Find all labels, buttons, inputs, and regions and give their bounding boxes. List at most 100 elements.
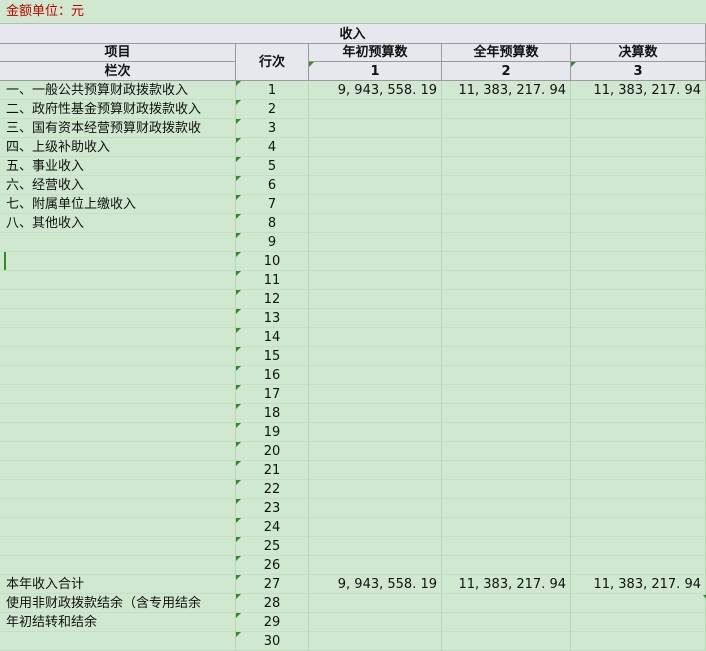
col3-cell[interactable]: 11, 383, 217. 94 (571, 575, 706, 594)
row-no-cell[interactable]: 4 (236, 138, 309, 157)
col1-cell[interactable] (309, 442, 442, 461)
col3-cell[interactable] (571, 499, 706, 518)
col1-cell[interactable] (309, 632, 442, 651)
item-cell[interactable] (0, 290, 236, 309)
item-cell[interactable]: 本年收入合计 (0, 575, 236, 594)
col2-cell[interactable] (442, 385, 571, 404)
item-cell[interactable] (0, 556, 236, 575)
col1-cell[interactable] (309, 423, 442, 442)
col1-cell[interactable] (309, 271, 442, 290)
col1-cell[interactable] (309, 100, 442, 119)
col1-cell[interactable] (309, 176, 442, 195)
row-no-cell[interactable]: 6 (236, 176, 309, 195)
item-cell[interactable]: 五、事业收入 (0, 157, 236, 176)
item-cell[interactable]: 四、上级补助收入 (0, 138, 236, 157)
item-cell[interactable] (0, 366, 236, 385)
row-no-cell[interactable]: 2 (236, 100, 309, 119)
header-column-no[interactable]: 栏次 (0, 62, 236, 81)
header-col2[interactable]: 全年预算数 (442, 44, 571, 62)
item-cell[interactable] (0, 404, 236, 423)
col3-cell[interactable] (571, 423, 706, 442)
col3-cell[interactable] (571, 176, 706, 195)
col3-cell[interactable] (571, 233, 706, 252)
item-cell[interactable] (0, 271, 236, 290)
item-cell[interactable] (0, 632, 236, 651)
col2-cell[interactable] (442, 119, 571, 138)
col3-cell[interactable] (571, 157, 706, 176)
col2-cell[interactable] (442, 157, 571, 176)
row-no-cell[interactable]: 18 (236, 404, 309, 423)
row-no-cell[interactable]: 17 (236, 385, 309, 404)
row-no-cell[interactable]: 13 (236, 309, 309, 328)
col2-cell[interactable] (442, 271, 571, 290)
col2-cell[interactable] (442, 290, 571, 309)
col3-cell[interactable] (571, 461, 706, 480)
row-no-cell[interactable]: 25 (236, 537, 309, 556)
col2-cell[interactable]: 11, 383, 217. 94 (442, 575, 571, 594)
col3-cell[interactable] (571, 537, 706, 556)
row-no-cell[interactable]: 10 (236, 252, 309, 271)
item-cell[interactable]: 二、政府性基金预算财政拨款收入 (0, 100, 236, 119)
header-col1[interactable]: 年初预算数 (309, 44, 442, 62)
col1-cell[interactable]: 9, 943, 558. 19 (309, 575, 442, 594)
col1-cell[interactable] (309, 290, 442, 309)
col2-cell[interactable] (442, 176, 571, 195)
col2-cell[interactable] (442, 613, 571, 632)
header-col1-no[interactable]: 1 (309, 62, 442, 81)
row-no-cell[interactable]: 12 (236, 290, 309, 309)
item-cell[interactable] (0, 461, 236, 480)
col3-cell[interactable] (571, 556, 706, 575)
col3-cell[interactable] (571, 309, 706, 328)
row-no-cell[interactable]: 27 (236, 575, 309, 594)
col2-cell[interactable] (442, 594, 571, 613)
col1-cell[interactable] (309, 594, 442, 613)
item-cell[interactable]: 七、附属单位上缴收入 (0, 195, 236, 214)
row-no-cell[interactable]: 19 (236, 423, 309, 442)
col2-cell[interactable] (442, 404, 571, 423)
col3-cell[interactable] (571, 385, 706, 404)
col2-cell[interactable] (442, 252, 571, 271)
item-cell[interactable]: 一、一般公共预算财政拨款收入 (0, 81, 236, 100)
item-cell[interactable] (0, 347, 236, 366)
col3-cell[interactable] (571, 613, 706, 632)
col1-cell[interactable] (309, 328, 442, 347)
item-cell[interactable] (0, 309, 236, 328)
col1-cell[interactable] (309, 366, 442, 385)
row-no-cell[interactable]: 20 (236, 442, 309, 461)
header-col3-no[interactable]: 3 (571, 62, 706, 81)
item-cell[interactable] (0, 233, 236, 252)
col3-cell[interactable] (571, 271, 706, 290)
item-cell[interactable]: 年初结转和结余 (0, 613, 236, 632)
col3-cell[interactable] (571, 404, 706, 423)
header-item[interactable]: 项目 (0, 44, 236, 62)
row-no-cell[interactable]: 16 (236, 366, 309, 385)
row-no-cell[interactable]: 22 (236, 480, 309, 499)
col3-cell[interactable] (571, 366, 706, 385)
col2-cell[interactable] (442, 461, 571, 480)
row-no-cell[interactable]: 8 (236, 214, 309, 233)
header-col3[interactable]: 决算数 (571, 44, 706, 62)
col1-cell[interactable]: 9, 943, 558. 19 (309, 81, 442, 100)
col2-cell[interactable] (442, 233, 571, 252)
col2-cell[interactable] (442, 214, 571, 233)
header-row-no[interactable]: 行次 (236, 44, 309, 81)
row-no-cell[interactable]: 5 (236, 157, 309, 176)
col3-cell[interactable] (571, 290, 706, 309)
row-no-cell[interactable]: 9 (236, 233, 309, 252)
col3-cell[interactable] (571, 442, 706, 461)
row-no-cell[interactable]: 7 (236, 195, 309, 214)
item-cell[interactable]: 使用非财政拨款结余（含专用结余 (0, 594, 236, 613)
row-no-cell[interactable]: 23 (236, 499, 309, 518)
col1-cell[interactable] (309, 119, 442, 138)
col3-cell[interactable]: 11, 383, 217. 94 (571, 81, 706, 100)
row-no-cell[interactable]: 28 (236, 594, 309, 613)
col2-cell[interactable] (442, 423, 571, 442)
col1-cell[interactable] (309, 461, 442, 480)
col1-cell[interactable] (309, 138, 442, 157)
row-no-cell[interactable]: 21 (236, 461, 309, 480)
item-cell[interactable]: 三、国有资本经营预算财政拨款收 (0, 119, 236, 138)
col2-cell[interactable] (442, 499, 571, 518)
item-cell[interactable] (0, 328, 236, 347)
col2-cell[interactable] (442, 138, 571, 157)
col2-cell[interactable] (442, 366, 571, 385)
